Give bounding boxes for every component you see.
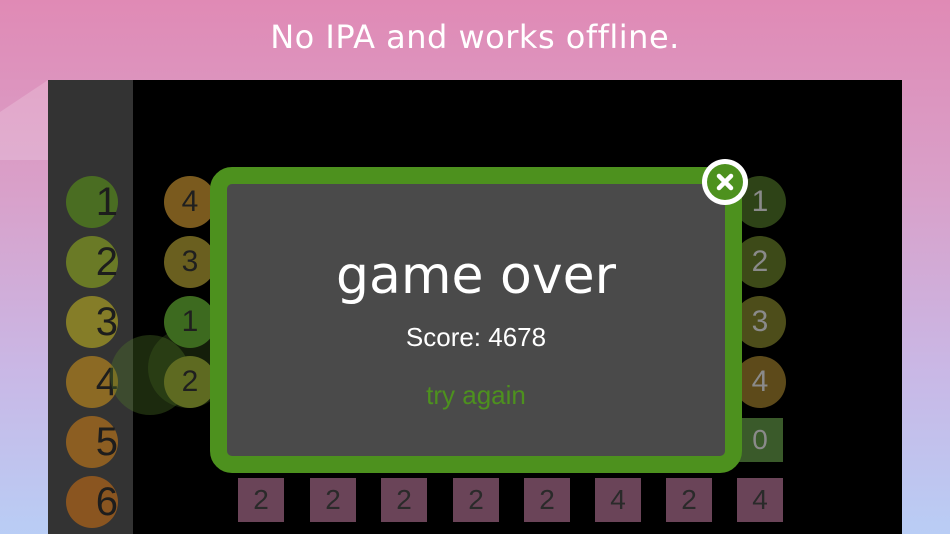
box-label: 2 bbox=[325, 484, 341, 515]
circle-label: 6 bbox=[95, 479, 118, 524]
box-label: 0 bbox=[752, 424, 768, 455]
box-label: 2 bbox=[396, 484, 412, 515]
left-circle-3[interactable]: 3 bbox=[66, 296, 118, 348]
game-over-dialog: game over Score: 4678 try again bbox=[210, 167, 742, 473]
circle-label: 3 bbox=[181, 245, 199, 278]
bottom-box: 2 bbox=[666, 478, 712, 522]
circle-label: 3 bbox=[95, 299, 118, 344]
close-button[interactable] bbox=[702, 159, 748, 205]
circle-label: 1 bbox=[751, 185, 769, 218]
board-circle[interactable]: 2 bbox=[164, 356, 216, 408]
circle-label: 3 bbox=[751, 305, 769, 338]
bottom-box: 2 bbox=[453, 478, 499, 522]
left-circle-6[interactable]: 6 bbox=[66, 476, 118, 528]
board-circle[interactable]: 4 bbox=[164, 176, 216, 228]
tagline: No IPA and works offline. bbox=[270, 18, 680, 56]
circle-label: 5 bbox=[95, 419, 118, 464]
board-circle[interactable]: 3 bbox=[164, 236, 216, 288]
bottom-box: 2 bbox=[310, 478, 356, 522]
circle-label: 2 bbox=[751, 245, 769, 278]
circle-label: 2 bbox=[95, 239, 118, 284]
box-label: 4 bbox=[752, 484, 768, 515]
left-circle-5[interactable]: 5 bbox=[66, 416, 118, 468]
circle-label: 4 bbox=[181, 185, 199, 218]
circle-label: 1 bbox=[181, 305, 199, 338]
dialog-title: game over bbox=[335, 246, 616, 306]
bottom-box: 2 bbox=[381, 478, 427, 522]
bottom-box: 2 bbox=[524, 478, 570, 522]
box-label: 2 bbox=[539, 484, 555, 515]
box-label: 4 bbox=[610, 484, 626, 515]
box-label: 2 bbox=[681, 484, 697, 515]
game-screen: 1 2 3 4 5 6 4 3 1 2 1 2 3 4 0 2 2 2 2 2 … bbox=[48, 80, 902, 534]
bottom-box: 2 bbox=[238, 478, 284, 522]
close-icon bbox=[707, 164, 743, 200]
left-circle-1[interactable]: 1 bbox=[66, 176, 118, 228]
circle-label: 4 bbox=[751, 365, 769, 398]
right-sum-box: 0 bbox=[737, 418, 783, 462]
board-circle[interactable]: 1 bbox=[164, 296, 216, 348]
bottom-box: 4 bbox=[737, 478, 783, 522]
circle-label: 2 bbox=[181, 365, 199, 398]
try-again-button[interactable]: try again bbox=[227, 380, 725, 411]
background-decoration bbox=[0, 80, 48, 160]
bottom-box: 4 bbox=[595, 478, 641, 522]
circle-label: 1 bbox=[95, 179, 118, 224]
box-label: 2 bbox=[253, 484, 269, 515]
box-label: 2 bbox=[468, 484, 484, 515]
score-text: Score: 4678 bbox=[405, 322, 547, 352]
left-circle-2[interactable]: 2 bbox=[66, 236, 118, 288]
